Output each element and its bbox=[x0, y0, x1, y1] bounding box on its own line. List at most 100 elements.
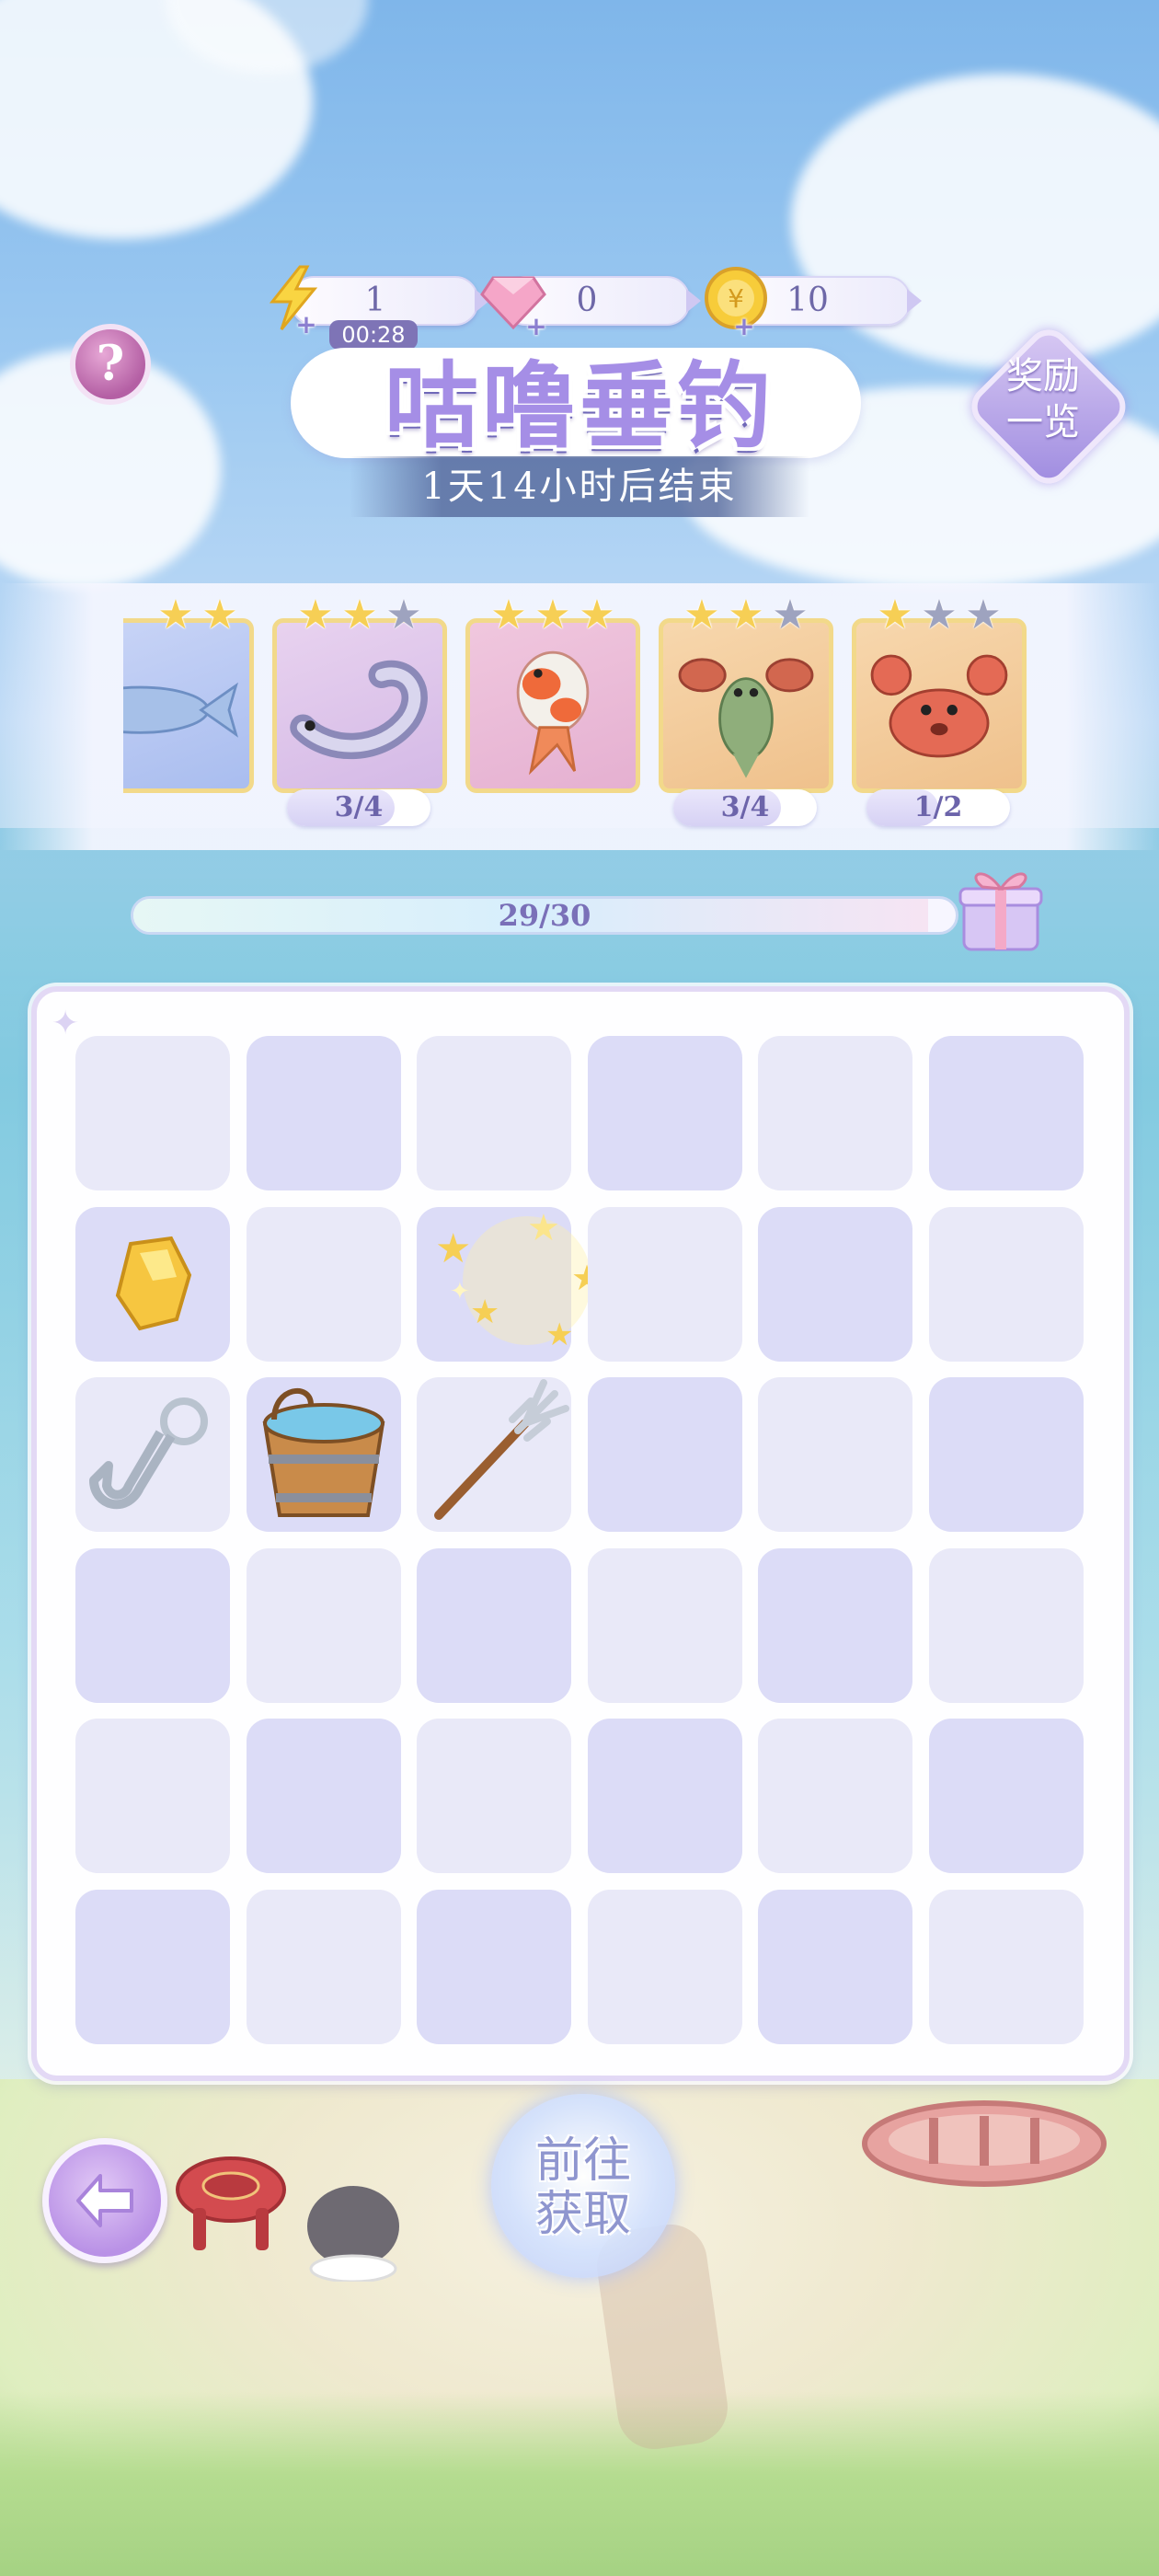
crab-icon bbox=[856, 623, 1022, 788]
catch-progress-text: 3/4 bbox=[720, 791, 770, 823]
small-fish-icon bbox=[123, 623, 245, 788]
catch-stars: ★ ★ ★ bbox=[659, 594, 833, 637]
grid-cell[interactable] bbox=[246, 1889, 401, 2044]
grid-cell[interactable] bbox=[758, 1377, 912, 1532]
grid-cell[interactable] bbox=[417, 1377, 571, 1532]
reward-overview-button[interactable]: 奖励 一览 bbox=[962, 320, 1135, 493]
end-time-text: 1天14小时后结束 bbox=[421, 466, 738, 508]
grid-cell[interactable] bbox=[587, 1206, 742, 1362]
grid-cell[interactable] bbox=[928, 1719, 1084, 1873]
catch-progress: 3/4 bbox=[287, 789, 430, 826]
grid-cell[interactable] bbox=[928, 1547, 1084, 1703]
grid-cell[interactable] bbox=[417, 1889, 571, 2044]
grid-cell[interactable] bbox=[587, 1036, 742, 1190]
catch-card-crab[interactable] bbox=[852, 618, 1027, 793]
goto-obtain-button[interactable]: 前往 获取 bbox=[491, 2094, 675, 2278]
eel-icon bbox=[277, 623, 442, 788]
grid-cell[interactable] bbox=[587, 1889, 742, 2044]
catch-card-eel[interactable] bbox=[272, 618, 447, 793]
grid-cell[interactable] bbox=[587, 1377, 742, 1532]
star-empty-icon: ★ bbox=[965, 592, 1002, 638]
star-filled-icon: ★ bbox=[341, 592, 378, 638]
svg-text:★: ★ bbox=[470, 1294, 499, 1331]
grid-cell[interactable] bbox=[928, 1377, 1084, 1532]
star-filled-icon: ★ bbox=[490, 592, 527, 638]
grid-cell[interactable] bbox=[75, 1719, 230, 1873]
catch-stars: ★ ★ bbox=[110, 594, 285, 637]
grid-cell[interactable] bbox=[758, 1547, 912, 1703]
grid-cell[interactable] bbox=[75, 1377, 230, 1532]
catch-card-koi[interactable] bbox=[465, 618, 640, 793]
gift-box-icon[interactable] bbox=[957, 861, 1045, 953]
fishing-hook-icon bbox=[75, 1377, 230, 1532]
reward-label-line1: 奖励 bbox=[1006, 355, 1080, 397]
grid-cell[interactable] bbox=[758, 1889, 912, 2044]
grid-cell[interactable] bbox=[75, 1036, 230, 1190]
grid-cell[interactable] bbox=[928, 1206, 1084, 1362]
grid-cell[interactable] bbox=[246, 1206, 401, 1362]
grid-cell[interactable] bbox=[75, 1889, 230, 2044]
sparkle-stars-icon: ★★★★★✦ bbox=[417, 1207, 602, 1362]
boat-icon bbox=[862, 2100, 1107, 2187]
grid-cell[interactable] bbox=[75, 1547, 230, 1703]
grid-cell[interactable] bbox=[246, 1377, 401, 1532]
help-button[interactable]: ? bbox=[70, 324, 151, 405]
goto-label-line2: 获取 bbox=[534, 2187, 631, 2242]
star-filled-icon: ★ bbox=[683, 592, 720, 638]
grid-cell[interactable] bbox=[758, 1206, 912, 1362]
arrow-left-icon bbox=[76, 2174, 133, 2227]
star-empty-icon: ★ bbox=[921, 592, 958, 638]
catch-progress-text: 1/2 bbox=[913, 791, 963, 823]
grid-cell[interactable] bbox=[758, 1036, 912, 1190]
grid-cell[interactable] bbox=[246, 1719, 401, 1873]
fishing-grid-board: ✦ ★★★★★✦ bbox=[31, 986, 1130, 2081]
grid-cell[interactable]: ★★★★★✦ bbox=[417, 1206, 602, 1362]
grid-cell[interactable] bbox=[417, 1036, 571, 1190]
catch-card-lobster[interactable] bbox=[659, 618, 833, 793]
water-bucket-icon bbox=[247, 1377, 401, 1532]
star-filled-icon: ★ bbox=[534, 592, 571, 638]
star-filled-icon: ★ bbox=[877, 592, 913, 638]
star-filled-icon: ★ bbox=[728, 592, 764, 638]
gold-nugget-icon bbox=[75, 1207, 230, 1362]
grid-cell[interactable] bbox=[928, 1036, 1084, 1190]
star-filled-icon: ★ bbox=[157, 592, 194, 638]
board-corner-sparkle-icon: ✦ bbox=[52, 1005, 80, 1042]
grid-cell[interactable] bbox=[246, 1036, 401, 1190]
grid-cell[interactable] bbox=[758, 1719, 912, 1873]
back-button[interactable] bbox=[42, 2138, 167, 2263]
svg-text:¥: ¥ bbox=[728, 283, 744, 314]
reward-overview-label: 奖励 一览 bbox=[970, 353, 1117, 445]
character-head-icon bbox=[307, 2186, 399, 2282]
catch-stars: ★ ★ ★ bbox=[465, 594, 640, 637]
fishing-event-screen: 1 + 00:28 0 + 10 ¥ + ? 咕噜垂钓 1天14小时后结束 奖励… bbox=[0, 0, 1159, 2576]
seat-icon bbox=[176, 2156, 286, 2250]
catch-card-small-fish[interactable] bbox=[123, 618, 254, 793]
reward-label-line2: 一览 bbox=[1006, 401, 1080, 443]
trident-icon bbox=[417, 1377, 571, 1532]
star-filled-icon: ★ bbox=[579, 592, 615, 638]
grid-cell[interactable] bbox=[417, 1547, 571, 1703]
catch-progress-text: 3/4 bbox=[334, 791, 384, 823]
star-empty-icon: ★ bbox=[385, 592, 422, 638]
lobster-icon bbox=[663, 623, 829, 788]
coin-tip bbox=[907, 289, 922, 313]
goto-label-line1: 前往 bbox=[534, 2133, 631, 2189]
star-filled-icon: ★ bbox=[201, 592, 238, 638]
koi-icon bbox=[470, 623, 636, 788]
star-empty-icon: ★ bbox=[772, 592, 809, 638]
grid-cell[interactable] bbox=[928, 1889, 1084, 2044]
grid-cell[interactable] bbox=[587, 1719, 742, 1873]
svg-text:★: ★ bbox=[435, 1225, 471, 1272]
grid-cell[interactable] bbox=[417, 1719, 571, 1873]
star-filled-icon: ★ bbox=[297, 592, 334, 638]
grid-cell[interactable] bbox=[75, 1206, 230, 1362]
grid-cell[interactable] bbox=[246, 1547, 401, 1703]
gem-tip bbox=[686, 289, 701, 313]
collection-progress-bar: 29/30 bbox=[131, 896, 958, 935]
grid-cell[interactable] bbox=[587, 1547, 742, 1703]
catch-stars: ★ ★ ★ bbox=[852, 594, 1027, 637]
svg-text:★: ★ bbox=[545, 1317, 573, 1353]
catch-progress: 1/2 bbox=[866, 789, 1010, 826]
svg-text:✦: ✦ bbox=[450, 1278, 470, 1305]
